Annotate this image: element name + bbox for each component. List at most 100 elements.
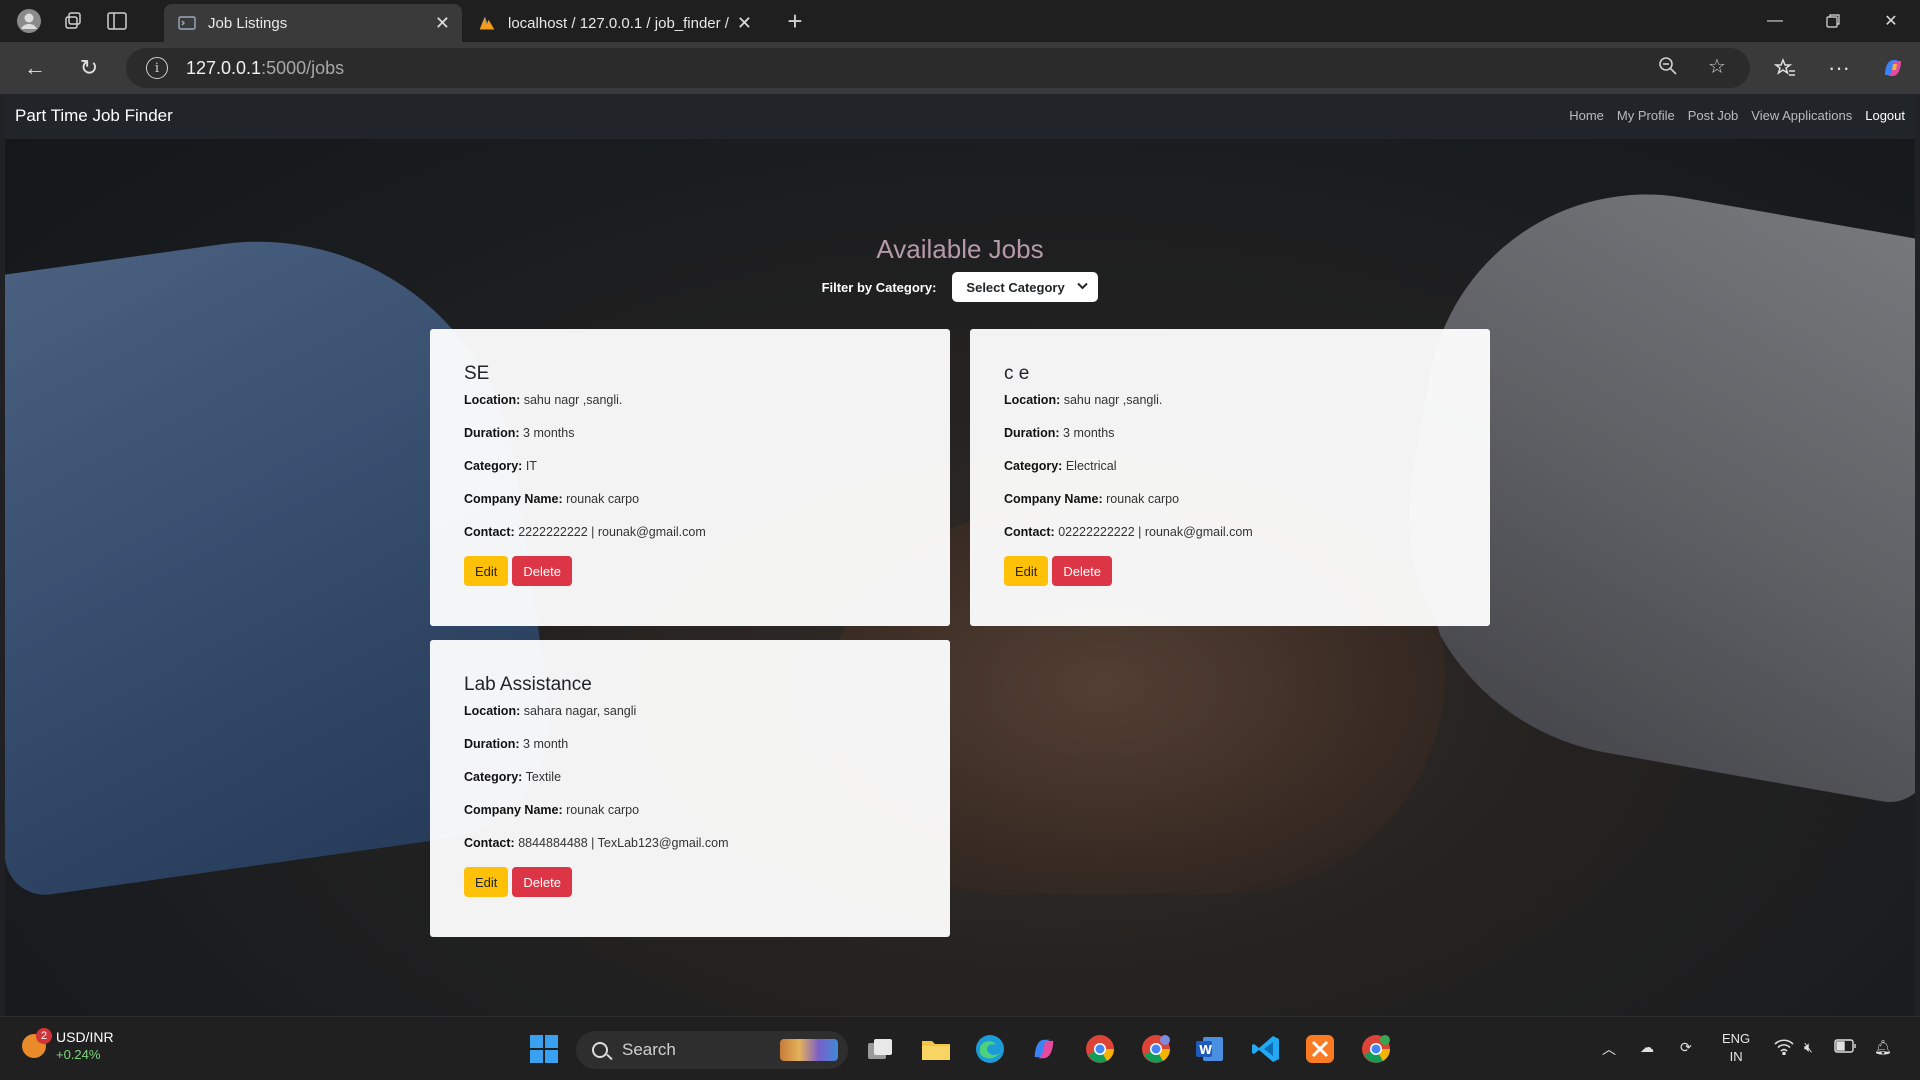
nav-view-applications[interactable]: View Applications bbox=[1751, 108, 1852, 123]
job-company: Company Name: rounak carpo bbox=[1004, 492, 1180, 506]
battery-icon[interactable] bbox=[1834, 1039, 1856, 1056]
job-company: Company Name: rounak carpo bbox=[464, 803, 640, 817]
page-content: Part Time Job Finder Home My Profile Pos… bbox=[5, 94, 1915, 1016]
edit-button[interactable]: Edit bbox=[464, 867, 509, 897]
currency-icon: 2 bbox=[22, 1027, 52, 1058]
zoom-icon[interactable] bbox=[1658, 56, 1678, 82]
url-host: 127.0.0.1 bbox=[186, 57, 262, 78]
profile-icon[interactable] bbox=[10, 2, 48, 40]
vertical-tabs-icon[interactable] bbox=[98, 2, 136, 40]
chevron-down-icon bbox=[1077, 281, 1089, 293]
nav-home[interactable]: Home bbox=[1569, 108, 1604, 123]
job-card: c e Location: sahu nagr ,sangli. Duratio… bbox=[970, 329, 1490, 626]
nav-logout[interactable]: Logout bbox=[1865, 108, 1905, 123]
xampp-icon[interactable] bbox=[1302, 1031, 1338, 1067]
notification-badge: 2 bbox=[36, 1027, 52, 1044]
page-icon bbox=[178, 15, 196, 31]
close-window-icon[interactable]: ✕ bbox=[1862, 0, 1920, 42]
tab-title: localhost / 127.0.0.1 / job_finder / bbox=[508, 14, 729, 32]
url-field[interactable]: i 127.0.0.1:5000/jobs ☆ bbox=[126, 48, 1750, 88]
job-location: Location: sahu nagr ,sangli. bbox=[1004, 393, 1163, 407]
notifications-icon[interactable]: 🔔︎ bbox=[1874, 1039, 1892, 1056]
job-duration: Duration: 3 month bbox=[464, 737, 569, 751]
copilot-icon[interactable] bbox=[1876, 52, 1910, 84]
job-location: Location: sahara nagar, sangli bbox=[464, 704, 637, 718]
edit-button[interactable]: Edit bbox=[464, 556, 509, 586]
filter-label: Filter by Category: bbox=[821, 279, 937, 295]
job-category: Category: Textile bbox=[464, 770, 562, 784]
more-menu-icon[interactable]: ··· bbox=[1822, 52, 1856, 84]
volume-muted-icon[interactable]: 🔇︎ bbox=[1804, 1039, 1813, 1056]
job-company: Company Name: rounak carpo bbox=[464, 492, 640, 506]
favorites-icon[interactable] bbox=[1768, 52, 1802, 84]
job-title: Lab Assistance bbox=[464, 674, 592, 695]
job-card: Lab Assistance Location: sahara nagar, s… bbox=[430, 640, 950, 937]
show-hidden-icons[interactable]: ︿ bbox=[1602, 1039, 1616, 1059]
job-contact: Contact: 8844884488 | TexLab123@gmail.co… bbox=[464, 836, 729, 850]
phpmyadmin-icon bbox=[478, 15, 496, 31]
svg-text:W: W bbox=[1199, 1043, 1212, 1057]
nav-post-job[interactable]: Post Job bbox=[1688, 108, 1739, 123]
onedrive-icon[interactable]: ☁ bbox=[1640, 1039, 1654, 1056]
windows-taskbar: 2 USD/INR +0.24% Search W ︿ ☁ ⟳ ENG IN 🔇… bbox=[0, 1016, 1920, 1080]
language-indicator[interactable]: ENG IN bbox=[1722, 1030, 1750, 1066]
back-icon[interactable]: ← bbox=[18, 52, 52, 84]
edge-icon[interactable] bbox=[972, 1031, 1008, 1067]
site-brand[interactable]: Part Time Job Finder bbox=[15, 106, 173, 126]
site-info-icon[interactable]: i bbox=[146, 57, 168, 79]
taskbar-search[interactable]: Search bbox=[576, 1031, 848, 1069]
search-label: Search bbox=[622, 1040, 676, 1059]
word-icon[interactable]: W bbox=[1192, 1031, 1228, 1067]
windows-start-icon[interactable] bbox=[526, 1031, 562, 1067]
edit-button[interactable]: Edit bbox=[1004, 556, 1049, 586]
job-duration: Duration: 3 months bbox=[1004, 426, 1115, 440]
nav-links: Home My Profile Post Job View Applicatio… bbox=[1569, 108, 1905, 123]
address-bar: ← ↻ i 127.0.0.1:5000/jobs ☆ ··· bbox=[0, 42, 1920, 94]
tab-title: Job Listings bbox=[208, 14, 288, 32]
background-overlay bbox=[5, 94, 1915, 1016]
nav-my-profile[interactable]: My Profile bbox=[1617, 108, 1675, 123]
ticker-name: USD/INR bbox=[56, 1029, 114, 1045]
delete-button[interactable]: Delete bbox=[1052, 556, 1112, 586]
job-contact: Contact: 2222222222 | rounak@gmail.com bbox=[464, 525, 706, 539]
search-icon bbox=[592, 1042, 608, 1058]
sync-icon[interactable]: ⟳ bbox=[1680, 1039, 1692, 1056]
site-navbar: Part Time Job Finder Home My Profile Pos… bbox=[5, 94, 1915, 139]
job-contact: Contact: 02222222222 | rounak@gmail.com bbox=[1004, 525, 1253, 539]
restore-icon[interactable] bbox=[1804, 0, 1862, 42]
page-title: Available Jobs bbox=[876, 234, 1044, 264]
wifi-icon[interactable] bbox=[1774, 1039, 1794, 1058]
job-title: SE bbox=[464, 363, 490, 384]
search-highlight-icon bbox=[780, 1039, 838, 1061]
url-path: :5000/jobs bbox=[261, 57, 345, 78]
new-tab-icon[interactable]: + bbox=[776, 2, 814, 40]
job-category: Category: Electrical bbox=[1004, 459, 1117, 473]
category-filter: Filter by Category: Select Category bbox=[5, 272, 1915, 302]
workspaces-icon[interactable] bbox=[54, 2, 92, 40]
favorite-star-icon[interactable]: ☆ bbox=[1708, 54, 1726, 79]
refresh-icon[interactable]: ↻ bbox=[72, 52, 106, 84]
tab-job-listings[interactable]: Job Listings ✕ bbox=[164, 4, 462, 42]
close-tab-icon[interactable]: ✕ bbox=[435, 13, 450, 34]
chrome-profile-icon[interactable] bbox=[1138, 1031, 1174, 1067]
job-location: Location: sahu nagr ,sangli. bbox=[464, 393, 623, 407]
job-category: Category: IT bbox=[464, 459, 537, 473]
delete-button[interactable]: Delete bbox=[512, 867, 572, 897]
file-explorer-icon[interactable] bbox=[918, 1031, 954, 1067]
copilot-app-icon[interactable] bbox=[1026, 1031, 1062, 1067]
chrome-icon[interactable] bbox=[1082, 1031, 1118, 1067]
vscode-icon[interactable] bbox=[1248, 1031, 1284, 1067]
category-select-value: Select Category bbox=[966, 279, 1065, 295]
task-view-icon[interactable] bbox=[862, 1031, 898, 1067]
delete-button[interactable]: Delete bbox=[512, 556, 572, 586]
ticker-change: +0.24% bbox=[56, 1047, 101, 1062]
tab-phpmyadmin[interactable]: localhost / 127.0.0.1 / job_finder / ✕ bbox=[464, 4, 764, 42]
browser-tab-bar: Job Listings ✕ localhost / 127.0.0.1 / j… bbox=[0, 0, 1920, 42]
minimize-icon[interactable]: — bbox=[1746, 0, 1804, 42]
chrome-account-icon[interactable] bbox=[1358, 1031, 1394, 1067]
stock-widget[interactable]: 2 USD/INR +0.24% bbox=[22, 1027, 114, 1062]
category-select[interactable]: Select Category bbox=[952, 272, 1099, 302]
job-duration: Duration: 3 months bbox=[464, 426, 575, 440]
close-tab-icon[interactable]: ✕ bbox=[737, 13, 752, 34]
job-title: c e bbox=[1004, 363, 1030, 384]
